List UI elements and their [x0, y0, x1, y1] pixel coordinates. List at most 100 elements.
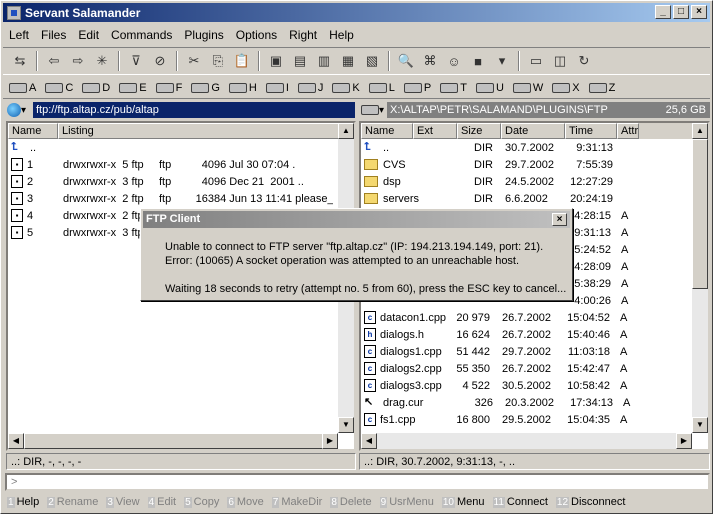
ftp-globe-icon[interactable]: ▾	[7, 102, 33, 118]
drive-button[interactable]: A	[9, 82, 36, 94]
list-item[interactable]: ⮤..	[8, 139, 354, 156]
drive-button[interactable]: L	[368, 82, 395, 94]
menu-options[interactable]: Options	[230, 26, 283, 44]
fkey-3[interactable]: 3 View	[106, 494, 140, 510]
fkey-11[interactable]: 11 Connect	[492, 494, 548, 510]
list-item[interactable]: ▪ 2 drwxrwxr-x 3 ftp ftp 4096 Dec 21 2001 …	[8, 173, 354, 190]
drive-button[interactable]: X	[552, 82, 580, 94]
right-path-bar[interactable]: ▾ X:\ALTAP\PETR\SALAMAND\PLUGINS\FTP 25,6…	[361, 101, 710, 119]
dialog-close-button[interactable]: ×	[552, 213, 567, 226]
drive-button[interactable]: D	[82, 82, 110, 94]
col-time[interactable]: Time	[565, 123, 617, 139]
fkey-6[interactable]: 6 Move	[227, 494, 264, 510]
drive-button[interactable]: C	[45, 82, 73, 94]
minimize-button[interactable]: _	[655, 5, 671, 19]
connect-icon[interactable]: ⇆	[9, 51, 31, 71]
maximize-button[interactable]: □	[673, 5, 689, 19]
fkey-12[interactable]: 12 Disconnect	[555, 494, 625, 510]
select-icon[interactable]: ⊽	[125, 51, 147, 71]
menu-files[interactable]: Files	[35, 26, 72, 44]
fkey-5[interactable]: 5 Copy	[184, 494, 219, 510]
drive-button[interactable]: U	[475, 82, 504, 94]
scroll-left-icon[interactable]: ◀	[8, 433, 24, 449]
table-row[interactable]: ↖ drag.cur 326 20.3.2002 17:34:13 A	[361, 394, 708, 411]
folder-icon[interactable]: ▭	[525, 51, 547, 71]
drive-button[interactable]: F	[155, 82, 182, 94]
table-row[interactable]: c dialogs3.cpp 4 522 30.5.2002 10:58:42 A	[361, 377, 708, 394]
scroll-right-icon[interactable]: ▶	[322, 433, 338, 449]
drive-button[interactable]: E	[119, 82, 147, 94]
left-path-bar[interactable]: ▾ ftp://ftp.altap.cz/pub/altap	[7, 101, 355, 119]
tree-icon[interactable]: ⌘	[419, 51, 441, 71]
scroll-up-icon[interactable]: ▲	[338, 123, 354, 139]
user-icon[interactable]: ☺	[443, 51, 465, 71]
drive-button[interactable]: Z	[588, 82, 615, 94]
table-row[interactable]: c dialogs2.cpp 55 350 26.7.2002 15:42:47 A	[361, 360, 708, 377]
right-vscroll[interactable]: ▲ ▼	[692, 123, 708, 433]
left-path-text[interactable]: ftp://ftp.altap.cz/pub/altap	[33, 102, 355, 118]
attributes-icon[interactable]: ▦	[337, 51, 359, 71]
menu-plugins[interactable]: Plugins	[178, 26, 229, 44]
cmd-icon[interactable]: ■	[467, 51, 489, 71]
scroll-left-icon[interactable]: ◀	[361, 433, 377, 449]
forward-icon[interactable]: ⇨	[67, 51, 89, 71]
fkey-9[interactable]: 9 UsrMenu	[379, 494, 434, 510]
fkey-10[interactable]: 10 Menu	[441, 494, 485, 510]
col-attr[interactable]: Attr	[617, 123, 639, 139]
table-row[interactable]: c fs1.cpp 16 800 29.5.2002 15:04:35 A	[361, 411, 708, 428]
col-name[interactable]: Name	[8, 123, 58, 139]
right-path-text[interactable]: X:\ALTAP\PETR\SALAMAND\PLUGINS\FTP 25,6 G…	[387, 102, 710, 118]
pack-icon[interactable]: ▣	[265, 51, 287, 71]
unselect-icon[interactable]: ⊘	[149, 51, 171, 71]
drive-select-icon[interactable]: ▾	[361, 102, 387, 118]
col-size[interactable]: Size	[457, 123, 501, 139]
paste-icon[interactable]: 📋	[231, 51, 253, 71]
dialog-title[interactable]: FTP Client	[143, 211, 570, 228]
list-item[interactable]: ▪ 3 drwxrwxr-x 2 ftp ftp 16384 Jun 13 11:4…	[8, 190, 354, 207]
col-date[interactable]: Date	[501, 123, 565, 139]
table-row[interactable]: h dialogs.h 16 624 26.7.2002 15:40:46 A	[361, 326, 708, 343]
right-hscroll[interactable]: ◀ ▶	[361, 433, 692, 449]
table-row[interactable]: c dialogs1.cpp 51 442 29.7.2002 11:03:18 A	[361, 343, 708, 360]
scroll-right-icon[interactable]: ▶	[676, 433, 692, 449]
fkey-4[interactable]: 4 Edit	[147, 494, 176, 510]
drive-button[interactable]: K	[332, 82, 360, 94]
menu-edit[interactable]: Edit	[72, 26, 105, 44]
table-row[interactable]: dsp DIR 24.5.2002 12:27:29	[361, 173, 708, 190]
change-case-icon[interactable]: ▧	[361, 51, 383, 71]
left-hscroll[interactable]: ◀ ▶	[8, 433, 338, 449]
cut-icon[interactable]: ✂	[183, 51, 205, 71]
unpack-icon[interactable]: ▤	[289, 51, 311, 71]
fkey-7[interactable]: 7 MakeDir	[271, 494, 322, 510]
title-bar[interactable]: Servant Salamander _ □ ×	[3, 3, 710, 22]
fkey-2[interactable]: 2 Rename	[47, 494, 98, 510]
fkey-8[interactable]: 8 Delete	[330, 494, 372, 510]
view-mode-icon[interactable]: ▾	[491, 51, 513, 71]
refresh-icon[interactable]: ↻	[573, 51, 595, 71]
col-listing[interactable]: Listing	[58, 123, 340, 139]
scroll-down-icon[interactable]: ▼	[692, 417, 708, 433]
compare-icon[interactable]: ▥	[313, 51, 335, 71]
drive-button[interactable]: H	[228, 82, 257, 94]
drive-button[interactable]: W	[512, 82, 543, 94]
drive-button[interactable]: I	[265, 82, 289, 94]
table-row[interactable]: ⮤.. DIR 30.7.2002 9:31:13	[361, 139, 708, 156]
filter-icon[interactable]: ✳	[91, 51, 113, 71]
scroll-thumb[interactable]	[692, 139, 708, 289]
copy-icon[interactable]: ⎘	[207, 51, 229, 71]
drive-button[interactable]: J	[297, 82, 323, 94]
find-icon[interactable]: 🔍	[395, 51, 417, 71]
col-ext[interactable]: Ext	[413, 123, 457, 139]
scroll-thumb[interactable]	[24, 433, 324, 449]
col-name[interactable]: Name	[361, 123, 413, 139]
menu-commands[interactable]: Commands	[105, 26, 178, 44]
table-row[interactable]: c datacon1.cpp 20 979 26.7.2002 15:04:52 A	[361, 309, 708, 326]
table-row[interactable]: CVS DIR 29.7.2002 7:55:39	[361, 156, 708, 173]
menu-right[interactable]: Right	[283, 26, 323, 44]
scroll-up-icon[interactable]: ▲	[692, 123, 708, 139]
command-line[interactable]: >	[5, 473, 710, 491]
list-item[interactable]: ▪ 1 drwxrwxr-x 5 ftp ftp 4096 Jul 30 07:04…	[8, 156, 354, 173]
table-row[interactable]: servers DIR 6.6.2002 20:24:19	[361, 190, 708, 207]
drive-button[interactable]: G	[191, 82, 220, 94]
drive-button[interactable]: T	[440, 82, 467, 94]
